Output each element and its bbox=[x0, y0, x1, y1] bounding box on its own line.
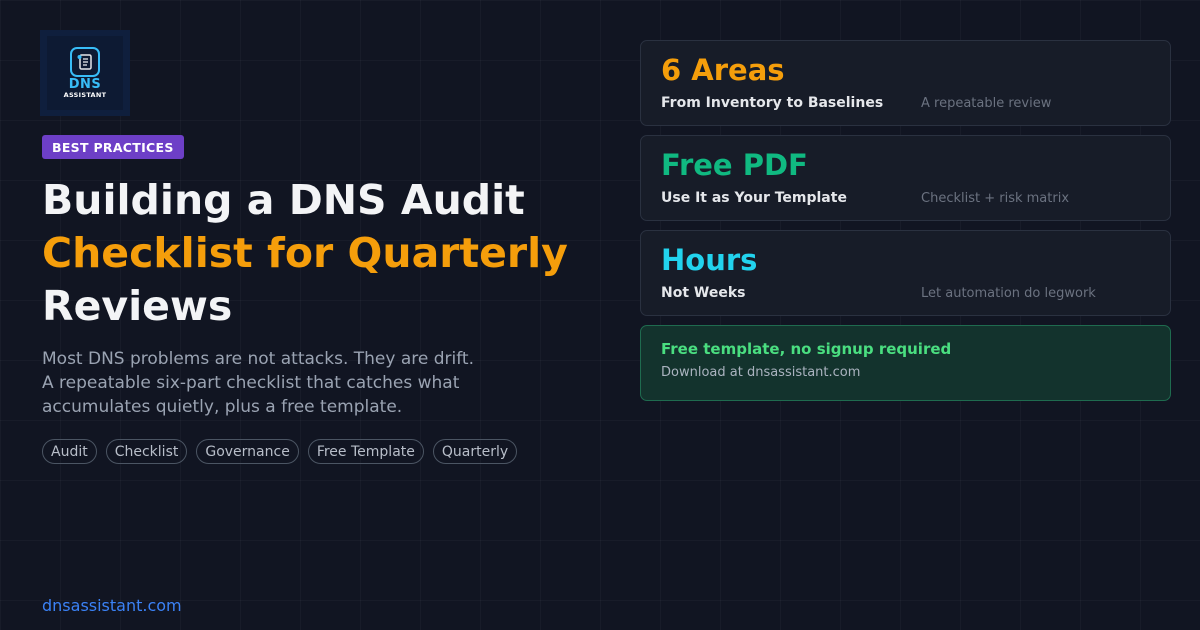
stat-value: Hours bbox=[661, 243, 758, 277]
checklist-icon bbox=[70, 47, 100, 77]
tag-checklist[interactable]: Checklist bbox=[105, 439, 188, 464]
description-line-1: Most DNS problems are not attacks. They … bbox=[42, 349, 474, 369]
footer-site-link[interactable]: dnsassistant.com bbox=[42, 596, 182, 615]
stat-note: A repeatable review bbox=[921, 96, 1052, 111]
stat-note: Checklist + risk matrix bbox=[921, 191, 1070, 206]
stat-label: From Inventory to Baselines bbox=[661, 95, 884, 111]
page-title: Building a DNS Audit Checklist for Quart… bbox=[42, 174, 622, 333]
logo-mark: DNS ASSISTANT bbox=[47, 36, 123, 110]
stat-value: 6 Areas bbox=[661, 53, 785, 87]
description-line-2: A repeatable six-part checklist that cat… bbox=[42, 373, 460, 393]
tag-audit[interactable]: Audit bbox=[42, 439, 97, 464]
logo-word: DNS bbox=[68, 77, 102, 92]
stat-label: Not Weeks bbox=[661, 285, 746, 301]
stat-note: Let automation do legwork bbox=[921, 286, 1096, 301]
cta-title: Free template, no signup required bbox=[661, 340, 952, 358]
brand-logo: DNS ASSISTANT bbox=[40, 30, 130, 116]
stat-card-areas: 6 Areas From Inventory to Baselines A re… bbox=[640, 40, 1171, 126]
title-line-3: Reviews bbox=[42, 282, 233, 330]
stat-card-hours: Hours Not Weeks Let automation do legwor… bbox=[640, 230, 1171, 316]
cta-banner[interactable]: Free template, no signup required Downlo… bbox=[640, 325, 1171, 401]
category-badge: BEST PRACTICES bbox=[42, 135, 184, 159]
title-line-1: Building a DNS Audit bbox=[42, 176, 525, 224]
description-line-3: accumulates quietly, plus a free templat… bbox=[42, 397, 403, 417]
tag-quarterly[interactable]: Quarterly bbox=[432, 439, 518, 464]
stat-value: Free PDF bbox=[661, 148, 808, 182]
description: Most DNS problems are not attacks. They … bbox=[42, 347, 602, 419]
stat-card-pdf: Free PDF Use It as Your Template Checkli… bbox=[640, 135, 1171, 221]
title-line-2: Checklist for Quarterly bbox=[42, 229, 568, 277]
cta-subtitle: Download at dnsassistant.com bbox=[661, 365, 861, 380]
tag-list: Audit Checklist Governance Free Template… bbox=[42, 439, 518, 464]
stat-label: Use It as Your Template bbox=[661, 190, 847, 206]
tag-free-template[interactable]: Free Template bbox=[307, 439, 424, 464]
tag-governance[interactable]: Governance bbox=[196, 439, 299, 464]
logo-subword: ASSISTANT bbox=[63, 91, 107, 99]
